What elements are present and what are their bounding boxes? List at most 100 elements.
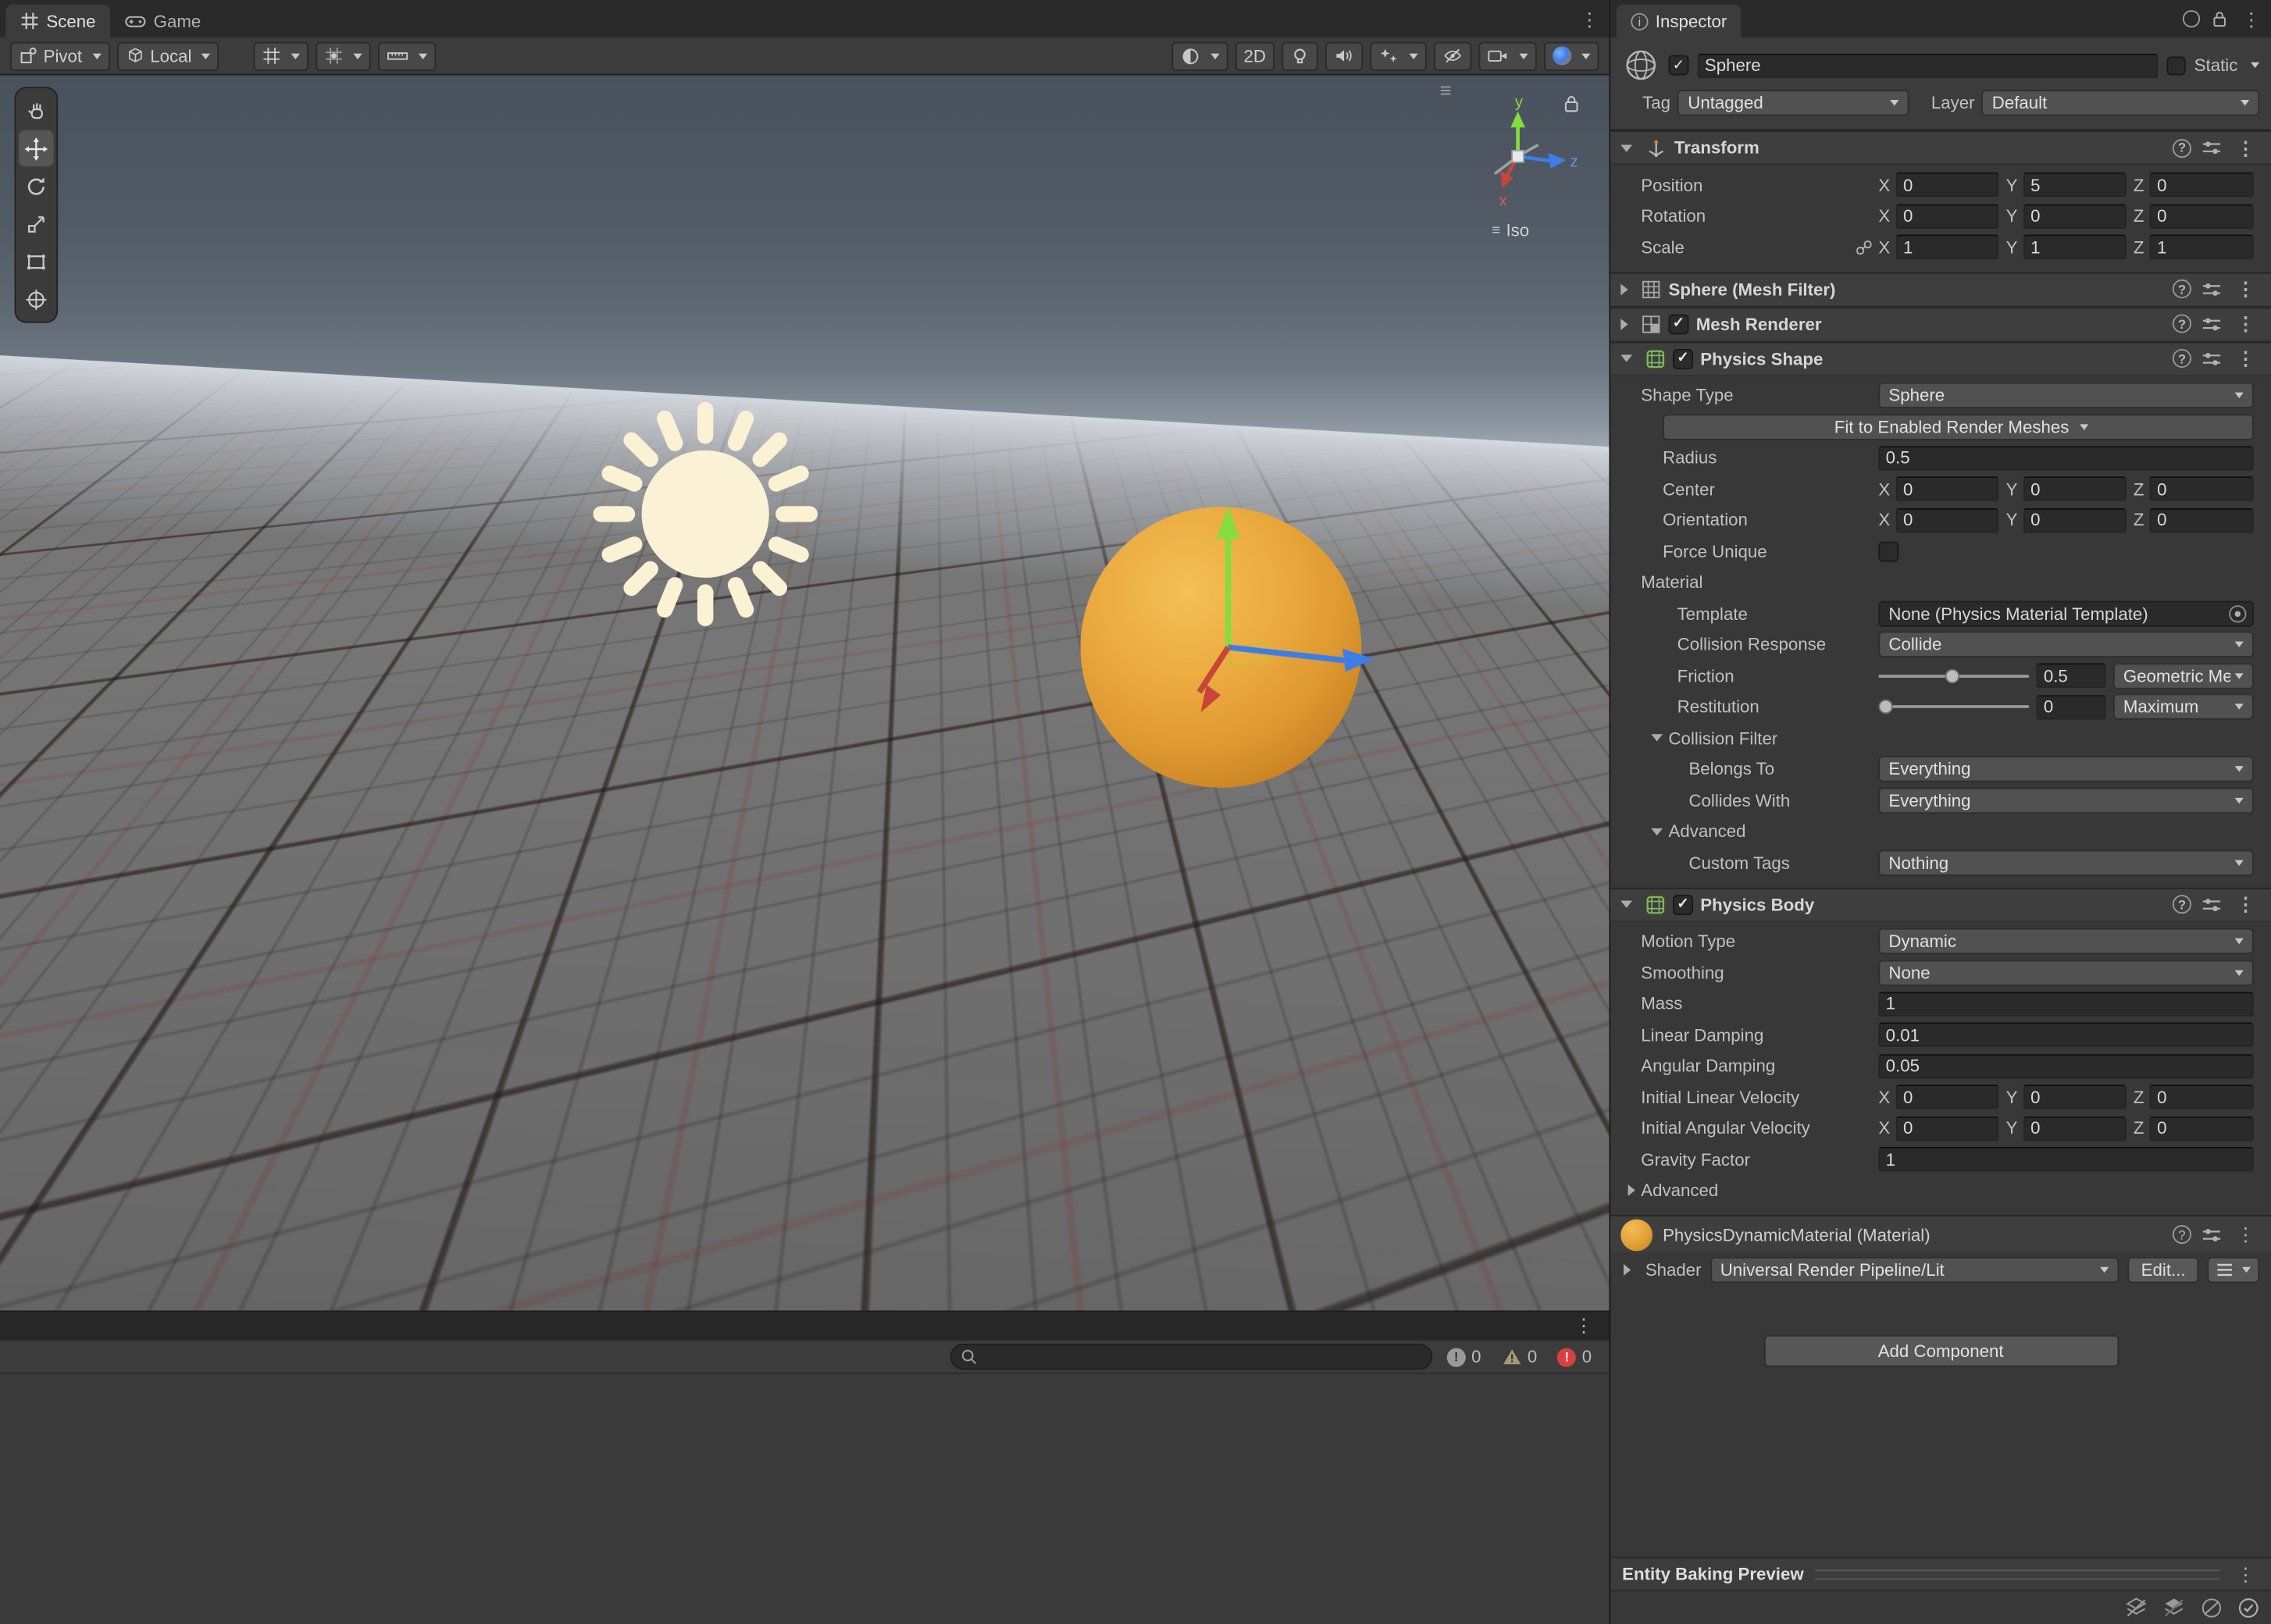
overlay-menu-icon[interactable]: ≡ xyxy=(1439,78,1451,102)
rotation-z-field[interactable] xyxy=(2149,204,2254,229)
component-header-mesh-filter[interactable]: Sphere (Mesh Filter) ? ⋮ xyxy=(1610,271,2271,307)
scene-tabbar-menu-icon[interactable]: ⋮ xyxy=(1576,9,1603,28)
tab-scene[interactable]: Scene xyxy=(5,4,111,38)
console-search-input[interactable] xyxy=(983,1348,1423,1366)
foldout-icon[interactable] xyxy=(1620,144,1633,151)
help-icon[interactable]: ? xyxy=(2172,279,2191,299)
component-header-physics-shape[interactable]: ✓ Physics Shape ? ⋮ xyxy=(1610,340,2271,376)
force-unique-checkbox[interactable] xyxy=(1878,541,1899,562)
presets-icon[interactable] xyxy=(2201,139,2222,156)
console-menu-icon[interactable]: ⋮ xyxy=(1570,1316,1597,1335)
snap-increment-dropdown[interactable] xyxy=(378,41,437,70)
grid-snap-dropdown[interactable] xyxy=(316,41,372,70)
hand-tool-button[interactable] xyxy=(19,93,54,129)
foldout-icon[interactable] xyxy=(1620,283,1628,295)
projection-toggle[interactable]: ≡ Iso xyxy=(1492,220,1529,240)
fit-to-meshes-button[interactable]: Fit to Enabled Render Meshes xyxy=(1663,413,2254,440)
grid-visibility-dropdown[interactable] xyxy=(254,41,309,70)
console-log-area[interactable] xyxy=(0,1374,1610,1624)
scale-z-field[interactable] xyxy=(2149,234,2254,260)
ilv-z-field[interactable] xyxy=(2149,1084,2254,1110)
lighting-toggle[interactable] xyxy=(1282,41,1318,70)
shader-list-button[interactable] xyxy=(2207,1256,2260,1284)
tag-dropdown[interactable]: Untagged xyxy=(1677,89,1910,116)
help-icon[interactable]: ? xyxy=(2172,348,2191,369)
scale-y-field[interactable] xyxy=(2023,234,2127,260)
motion-type-dropdown[interactable]: Dynamic xyxy=(1878,928,2254,955)
lock-icon[interactable] xyxy=(2210,9,2229,29)
gravity-factor-field[interactable] xyxy=(1878,1147,2254,1172)
friction-field[interactable] xyxy=(2036,663,2106,689)
iav-z-field[interactable] xyxy=(2149,1116,2254,1141)
move-gizmo[interactable] xyxy=(1076,493,1380,796)
ilv-x-field[interactable] xyxy=(1895,1084,1999,1110)
scene-conversion-icon[interactable] xyxy=(2200,1597,2223,1619)
transform-tool-button[interactable] xyxy=(19,281,54,317)
custom-tags-dropdown[interactable]: Nothing xyxy=(1878,849,2254,876)
presets-icon[interactable] xyxy=(2201,350,2222,367)
shader-dropdown[interactable]: Universal Render Pipeline/Lit xyxy=(1709,1256,2119,1284)
foldout-icon[interactable] xyxy=(1627,1184,1635,1197)
collides-with-dropdown[interactable]: Everything xyxy=(1878,787,2254,814)
help-icon[interactable]: ? xyxy=(2172,1224,2191,1245)
foldout-icon[interactable] xyxy=(1620,354,1633,362)
rect-tool-button[interactable] xyxy=(19,244,54,280)
component-menu-icon[interactable]: ⋮ xyxy=(2232,1225,2259,1244)
tab-game[interactable]: Game xyxy=(110,5,216,38)
rotation-x-field[interactable] xyxy=(1895,204,1999,229)
orientation-y-field[interactable] xyxy=(2023,508,2127,533)
presets-icon[interactable] xyxy=(2201,896,2222,913)
inspector-menu-icon[interactable]: ⋮ xyxy=(2237,9,2265,28)
active-checkbox[interactable]: ✓ xyxy=(1668,55,1689,76)
help-icon[interactable]: ? xyxy=(2172,314,2191,333)
scene-viewport[interactable]: ≡ y z x ≡ Iso xyxy=(0,75,1610,1311)
position-x-field[interactable] xyxy=(1895,173,1999,198)
scale-x-field[interactable] xyxy=(1895,234,1999,260)
component-menu-icon[interactable]: ⋮ xyxy=(2232,895,2259,914)
help-icon[interactable]: ? xyxy=(2172,895,2191,914)
friction-slider[interactable] xyxy=(1878,666,2030,686)
component-menu-icon[interactable]: ⋮ xyxy=(2232,138,2259,157)
move-tool-button[interactable] xyxy=(19,130,54,167)
foldout-icon[interactable] xyxy=(1620,900,1633,908)
component-header-mesh-renderer[interactable]: ✓ Mesh Renderer ? ⋮ xyxy=(1610,306,2271,341)
component-menu-icon[interactable]: ⋮ xyxy=(2232,314,2259,333)
live-conversion-icon[interactable] xyxy=(2125,1597,2148,1619)
component-menu-icon[interactable]: ⋮ xyxy=(2232,349,2259,368)
enabled-checkbox[interactable]: ✓ xyxy=(1668,313,1689,334)
restitution-slider[interactable] xyxy=(1878,697,2030,718)
2d-toggle[interactable]: 2D xyxy=(1235,41,1275,70)
linear-damping-field[interactable] xyxy=(1878,1022,2254,1048)
angular-damping-field[interactable] xyxy=(1878,1053,2254,1079)
component-header-transform[interactable]: Transform ? ⋮ xyxy=(1610,130,2271,166)
center-z-field[interactable] xyxy=(2149,476,2254,502)
console-info-toggle[interactable]: ! 0 xyxy=(1441,1347,1487,1367)
radius-field[interactable] xyxy=(1878,445,2254,471)
presets-icon[interactable] xyxy=(2201,315,2222,332)
console-search[interactable] xyxy=(950,1344,1433,1370)
foldout-icon[interactable] xyxy=(1651,828,1663,835)
component-header-physics-body[interactable]: ✓ Physics Body ? ⋮ xyxy=(1610,886,2271,922)
orientation-x-field[interactable] xyxy=(1895,508,1999,533)
iav-x-field[interactable] xyxy=(1895,1116,1999,1141)
audio-toggle[interactable] xyxy=(1324,41,1364,70)
gizmo-y-cone[interactable] xyxy=(1510,111,1525,128)
gizmo-z-cone[interactable] xyxy=(1548,152,1567,169)
center-x-field[interactable] xyxy=(1895,476,1999,502)
baking-menu-icon[interactable]: ⋮ xyxy=(2232,1565,2259,1583)
position-y-field[interactable] xyxy=(2023,173,2127,198)
drag-grip[interactable] xyxy=(1815,1569,2221,1579)
orientation-gizmo[interactable]: y z x xyxy=(1451,93,1585,217)
template-object-field[interactable]: None (Physics Material Template) xyxy=(1878,600,2254,627)
restitution-field[interactable] xyxy=(2036,694,2106,720)
material-header[interactable]: PhysicsDynamicMaterial (Material) ? ⋮ xyxy=(1610,1215,2271,1253)
mass-field[interactable] xyxy=(1878,991,2254,1017)
console-header[interactable]: ⋮ xyxy=(0,1310,1610,1340)
friction-mode-dropdown[interactable]: Geometric Me xyxy=(2112,662,2254,689)
presets-icon[interactable] xyxy=(2201,1226,2222,1243)
scene-visibility-toggle[interactable] xyxy=(1434,41,1472,70)
foldout-icon[interactable] xyxy=(1623,1264,1631,1276)
restitution-mode-dropdown[interactable]: Maximum xyxy=(2112,693,2254,721)
link-icon[interactable] xyxy=(1856,239,1873,256)
shading-mode-dropdown[interactable] xyxy=(1171,41,1228,70)
